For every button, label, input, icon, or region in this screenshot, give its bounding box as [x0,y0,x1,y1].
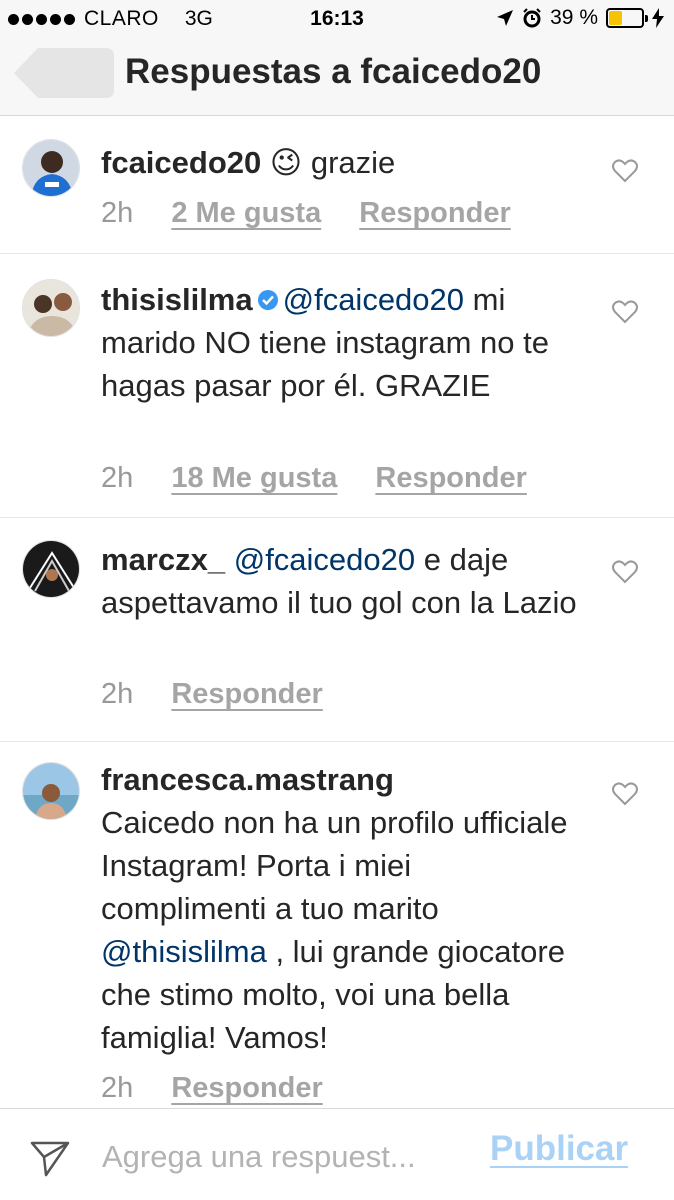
comment-meta: 2h Responder [101,678,353,711]
avatar[interactable] [22,540,80,598]
comment-item: francesca.mastrang Caicedo non ha un pro… [0,742,674,1108]
comment-username[interactable]: thisislilma [101,282,253,317]
charging-bolt-icon [652,8,664,28]
mention-link[interactable]: @thisislilma [101,934,267,969]
avatar[interactable] [22,762,80,820]
reply-button[interactable]: Responder [359,197,510,229]
status-bar: CLARO 3G 16:13 39 % [0,0,674,38]
back-button[interactable] [14,48,114,98]
comment-username[interactable]: marczx_ [101,542,225,577]
wink-emoji: 😉 [269,145,303,180]
comment-item: thisislilma @fcaicedo20 mi marido NO tien… [0,254,674,518]
heart-icon[interactable] [612,300,638,324]
direct-send-icon[interactable] [30,1137,70,1177]
comment-meta: 2h 2 Me gusta Responder [101,197,541,230]
likes-link[interactable]: 2 Me gusta [171,197,321,229]
comment-username[interactable]: fcaicedo20 [101,145,261,180]
likes-link[interactable]: 18 Me gusta [171,462,337,494]
verified-badge-icon [257,289,278,310]
reply-input[interactable] [102,1135,472,1179]
reply-button[interactable]: Responder [171,678,322,710]
comment-item: marczx_ @fcaicedo20 e daje aspettavamo i… [0,518,674,742]
comment-username[interactable]: francesca.mastrang [101,762,394,797]
comment-time: 2h [101,462,134,494]
mention-link[interactable]: @fcaicedo20 [234,542,415,577]
publish-button[interactable]: Publicar [490,1129,628,1169]
comment-meta: 2h Responder [101,1072,353,1105]
battery-level [609,11,623,25]
heart-icon[interactable] [612,159,638,183]
location-arrow-icon [497,10,514,26]
avatar[interactable] [22,279,80,337]
mention-link[interactable]: @fcaicedo20 [283,282,464,317]
comment-text: thisislilma @fcaicedo20 mi marido NO tien… [101,278,581,407]
alarm-clock-icon [523,8,541,28]
battery-percentage: 39 % [550,6,598,29]
battery-icon [606,8,648,28]
reply-button[interactable]: Responder [375,462,526,494]
avatar[interactable] [22,139,80,197]
reply-composer: Publicar [0,1108,674,1200]
comment-meta: 2h 18 Me gusta Responder [101,462,557,495]
comment-text: marczx_ @fcaicedo20 e daje aspettavamo i… [101,538,581,624]
comment-time: 2h [101,197,134,229]
comment-message: grazie [310,145,396,180]
comment-list: fcaicedo20 😉 grazie 2h 2 Me gusta Respon… [0,117,674,1108]
reply-button[interactable]: Responder [171,1072,322,1104]
status-bar-right: 39 % [496,6,664,30]
heart-icon[interactable] [612,782,638,806]
comment-time: 2h [101,678,134,710]
comment-item: fcaicedo20 😉 grazie 2h 2 Me gusta Respon… [0,117,674,254]
navigation-header: Respuestas a fcaicedo20 [0,38,674,116]
heart-icon[interactable] [612,560,638,584]
comment-message: Caicedo non ha un profilo ufficiale Inst… [101,805,568,926]
page-title: Respuestas a fcaicedo20 [125,52,542,91]
comment-time: 2h [101,1072,134,1104]
comment-text: francesca.mastrang Caicedo non ha un pro… [101,758,581,1059]
back-arrow-icon [14,48,114,98]
comment-text: fcaicedo20 😉 grazie [101,141,581,184]
